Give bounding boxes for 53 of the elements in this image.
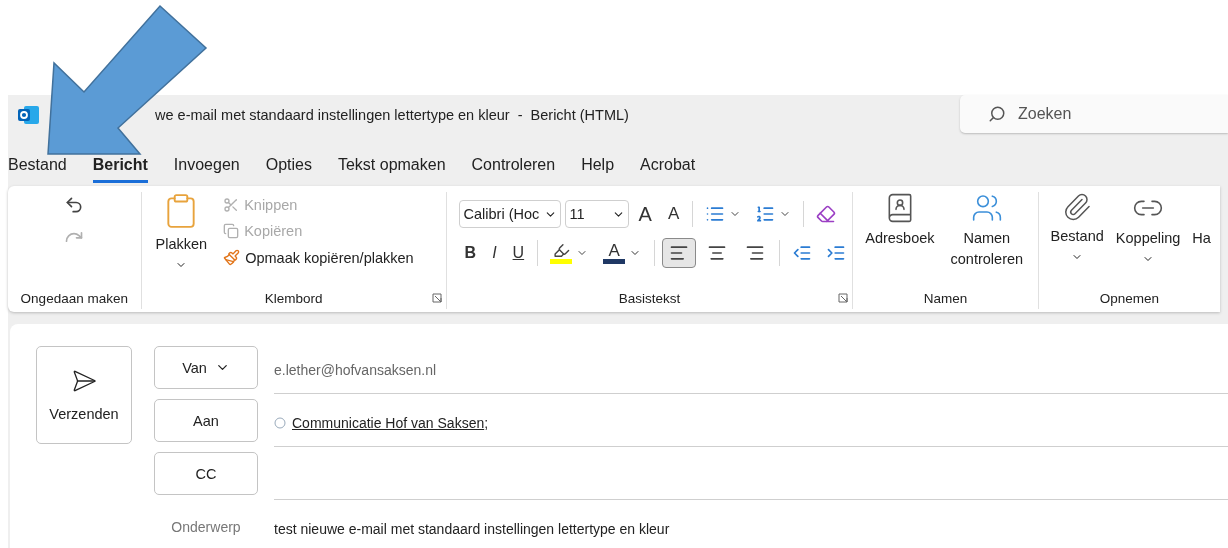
align-button[interactable] bbox=[662, 238, 697, 269]
insert-button[interactable]: Koppeling bbox=[1109, 192, 1187, 292]
font-color-bar bbox=[603, 259, 626, 265]
group-label: Opnemen bbox=[1099, 291, 1159, 309]
ribbon-tab[interactable]: Bestand bbox=[8, 152, 67, 184]
outlook-logo-icon bbox=[18, 104, 40, 125]
ribbon-tab[interactable]: Controleren bbox=[471, 152, 556, 184]
search-icon bbox=[988, 105, 1006, 123]
font-size-dropdown[interactable]: 11 bbox=[564, 200, 629, 229]
group-label: Namen bbox=[923, 291, 968, 309]
grow-font-button[interactable]: A bbox=[632, 200, 658, 228]
search-field[interactable]: Zoeken bbox=[960, 95, 1228, 133]
window-title: we e-mail met standaard instellingen lettertype en kleur - Bericht (HTML) bbox=[155, 106, 630, 123]
to-field[interactable]: Communicatie Hof van Saksen; bbox=[274, 399, 1228, 447]
ribbon-tab[interactable]: Acrobat bbox=[640, 152, 696, 184]
paste-button[interactable]: Plakken bbox=[149, 192, 214, 292]
highlighter-icon bbox=[552, 242, 570, 260]
presence-icon bbox=[274, 416, 286, 429]
ribbon-tab[interactable]: Help bbox=[581, 152, 615, 184]
insert-button[interactable]: Bestand bbox=[1044, 192, 1110, 292]
insert-button[interactable]: Ha bbox=[1186, 192, 1211, 292]
group-label: Ongedaan maken bbox=[20, 291, 128, 309]
dialog-launcher-icon[interactable] bbox=[431, 293, 442, 304]
group-label: Klembord bbox=[264, 291, 323, 309]
scissors-icon bbox=[223, 197, 240, 214]
subject-label: Onderwerp bbox=[171, 518, 241, 535]
cc-button[interactable]: CC bbox=[154, 452, 258, 495]
copy-icon bbox=[223, 223, 240, 240]
send-icon bbox=[71, 368, 97, 394]
dialog-launcher-icon[interactable] bbox=[838, 293, 849, 304]
subject-field[interactable]: test nieuwe e-mail met standaard instellingen lettertype en kleur bbox=[274, 521, 670, 537]
group-label: Basistekst bbox=[618, 291, 681, 309]
send-button[interactable]: Verzenden bbox=[36, 346, 132, 444]
numbered-list-icon bbox=[755, 204, 776, 225]
italic-button[interactable]: I bbox=[486, 242, 503, 265]
font-dropdown[interactable]: Calibri (Hoc bbox=[458, 200, 561, 229]
font-color-button[interactable]: A bbox=[597, 240, 648, 267]
highlight-color-bar bbox=[550, 259, 573, 265]
bold-button[interactable]: B bbox=[458, 242, 483, 265]
from-address: e.lether@hofvansaksen.nl bbox=[274, 361, 437, 378]
from-button[interactable]: Van bbox=[154, 346, 258, 389]
shrink-font-button[interactable]: A bbox=[661, 202, 686, 227]
paintbrush-icon bbox=[223, 249, 241, 267]
ribbon-tab[interactable]: Opties bbox=[265, 152, 312, 184]
names-button[interactable]: Namen controleren bbox=[944, 192, 1030, 292]
to-button[interactable]: Aan bbox=[154, 399, 258, 442]
eraser-icon bbox=[816, 204, 837, 225]
paperclip-icon bbox=[1062, 192, 1093, 223]
clipboard-button[interactable]: Opmaak kopiëren/plakken bbox=[221, 246, 416, 270]
ribbon-tab[interactable]: Tekst opmaken bbox=[337, 152, 446, 184]
underline-button[interactable]: U bbox=[506, 242, 531, 265]
names-button[interactable]: Adresboek bbox=[859, 192, 941, 292]
ribbon-tab[interactable]: Invoegen bbox=[173, 152, 240, 184]
